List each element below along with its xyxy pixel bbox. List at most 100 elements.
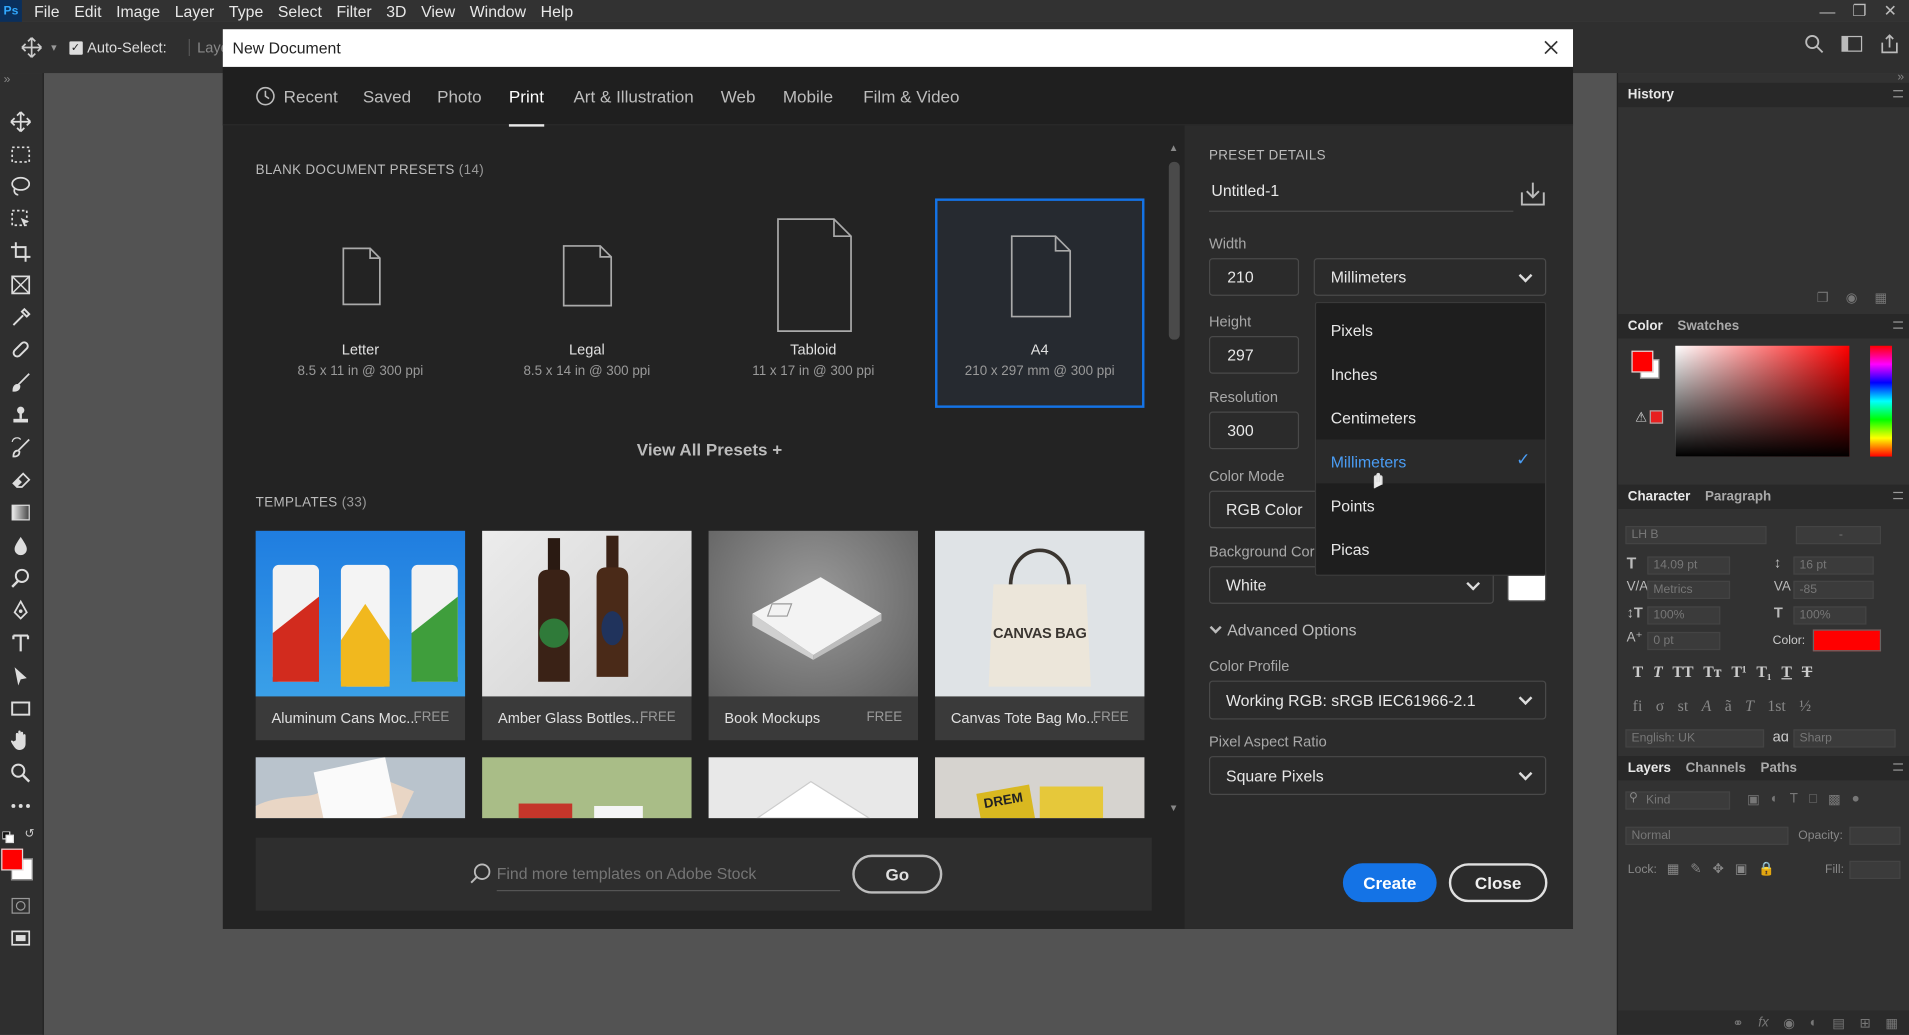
tab-recent[interactable]: Recent — [284, 86, 338, 105]
save-preset-icon[interactable] — [1519, 180, 1546, 207]
panel-menu-icon[interactable] — [1893, 321, 1903, 329]
restore-icon[interactable]: ❐ — [1852, 1, 1866, 20]
pen-tool-icon[interactable] — [7, 597, 34, 624]
move-tool-icon[interactable] — [7, 108, 34, 135]
hue-slider[interactable] — [1870, 345, 1892, 457]
stock-search-input[interactable] — [496, 857, 841, 892]
gradient-tool-icon[interactable] — [7, 499, 34, 526]
panel-menu-icon[interactable] — [1893, 491, 1903, 500]
menu-filter[interactable]: Filter — [329, 2, 379, 20]
lock-position-icon[interactable]: ✥ — [1713, 861, 1724, 877]
move-tool-icon[interactable] — [19, 35, 43, 59]
tab-paragraph[interactable]: Paragraph — [1705, 489, 1771, 504]
kerning-field[interactable]: Metrics — [1647, 580, 1731, 600]
font-family-dropdown[interactable]: LH B — [1625, 525, 1767, 545]
new-document-from-state-icon[interactable]: ❐ — [1817, 290, 1829, 306]
faux-bold-icon[interactable]: T — [1633, 662, 1644, 681]
presets-scrollbar[interactable]: ▲ ▼ — [1165, 142, 1182, 819]
close-icon[interactable] — [1539, 35, 1563, 59]
subscript-icon[interactable]: T₁ — [1756, 662, 1771, 681]
color-field[interactable] — [1675, 345, 1850, 457]
template-card[interactable]: Book Mockups FREE — [708, 530, 918, 741]
swap-colors-icon[interactable]: ↺ — [24, 828, 34, 841]
panel-menu-icon[interactable] — [1893, 763, 1903, 771]
history-brush-tool-icon[interactable] — [7, 435, 34, 462]
zoom-tool-icon[interactable] — [7, 760, 34, 787]
add-mask-icon[interactable]: ◉ — [1783, 1015, 1795, 1031]
preset-legal[interactable]: Legal 8.5 x 14 in @ 300 ppi — [482, 198, 691, 407]
lock-all-icon[interactable]: 🔒 — [1758, 861, 1775, 877]
unit-option-inches[interactable]: Inches — [1316, 352, 1545, 396]
lock-transparent-icon[interactable]: ▦ — [1667, 861, 1680, 877]
chevron-down-icon[interactable]: ▾ — [51, 41, 57, 54]
font-size-field[interactable]: 14.09 pt — [1647, 556, 1731, 575]
object-select-tool-icon[interactable] — [7, 206, 34, 233]
search-icon[interactable] — [1804, 34, 1824, 53]
menu-file[interactable]: File — [27, 2, 67, 20]
template-card[interactable]: Amber Glass Bottles... FREE — [482, 530, 692, 741]
width-unit-dropdown[interactable]: Millimeters — [1313, 258, 1547, 296]
workspace-icon[interactable] — [1841, 35, 1863, 52]
trash-icon[interactable]: ▦ — [1874, 290, 1887, 306]
tab-mobile[interactable]: Mobile — [783, 86, 833, 105]
superscript-icon[interactable]: T¹ — [1731, 662, 1746, 681]
vertical-scale-field[interactable]: 100% — [1647, 606, 1721, 625]
unit-option-pixels[interactable]: Pixels — [1316, 308, 1545, 352]
foreground-color-swatch[interactable] — [1, 848, 24, 871]
tab-art-illustration[interactable]: Art & Illustration — [573, 86, 693, 105]
rectangle-tool-icon[interactable] — [7, 695, 34, 722]
document-name-input[interactable] — [1208, 170, 1514, 212]
lasso-tool-icon[interactable] — [7, 173, 34, 200]
healing-brush-tool-icon[interactable] — [7, 336, 34, 363]
template-card[interactable]: CANVAS BAG Canvas Tote Bag Mo... FREE — [935, 530, 1145, 741]
tab-character[interactable]: Character — [1628, 489, 1691, 504]
pixel-aspect-dropdown[interactable]: Square Pixels — [1208, 756, 1547, 796]
menu-edit[interactable]: Edit — [67, 2, 109, 20]
tab-web[interactable]: Web — [721, 86, 756, 105]
hand-tool-icon[interactable] — [7, 727, 34, 754]
fractions-icon[interactable]: ½ — [1799, 696, 1811, 715]
preset-letter[interactable]: Letter 8.5 x 11 in @ 300 ppi — [256, 198, 465, 407]
old-style-icon[interactable]: σ — [1656, 696, 1665, 715]
ordinals-icon[interactable]: 1st — [1767, 696, 1785, 715]
path-select-tool-icon[interactable] — [7, 662, 34, 689]
faux-italic-icon[interactable]: T — [1653, 662, 1663, 681]
shape-filter-icon[interactable]: □ — [1809, 791, 1817, 807]
panel-menu-icon[interactable] — [1893, 90, 1903, 98]
scroll-up-icon[interactable]: ▲ — [1169, 142, 1179, 153]
template-card[interactable] — [255, 757, 466, 819]
new-group-icon[interactable]: ▤ — [1832, 1015, 1845, 1031]
opacity-field[interactable] — [1849, 826, 1901, 845]
blur-tool-icon[interactable] — [7, 532, 34, 559]
default-colors-icon[interactable] — [1, 828, 15, 844]
all-caps-icon[interactable]: TT — [1672, 662, 1693, 681]
text-color-swatch[interactable] — [1812, 629, 1882, 652]
menu-view[interactable]: View — [414, 2, 463, 20]
gamut-color-swatch[interactable] — [1649, 410, 1664, 424]
menu-3d[interactable]: 3D — [379, 2, 414, 20]
eraser-tool-icon[interactable] — [7, 466, 34, 493]
leading-field[interactable]: 16 pt — [1793, 556, 1874, 575]
brush-tool-icon[interactable] — [7, 369, 34, 396]
unit-option-picas[interactable]: Picas — [1316, 527, 1545, 571]
template-card[interactable]: Aluminum Cans Moc... FREE — [255, 530, 466, 741]
type-filter-icon[interactable]: T — [1790, 791, 1798, 807]
fill-field[interactable] — [1849, 860, 1901, 880]
close-window-icon[interactable]: ✕ — [1884, 1, 1897, 20]
menu-layer[interactable]: Layer — [167, 2, 221, 20]
fx-icon[interactable]: fx — [1758, 1015, 1768, 1030]
preset-tabloid[interactable]: Tabloid 11 x 17 in @ 300 ppi — [709, 198, 918, 407]
new-layer-icon[interactable]: ⊞ — [1860, 1015, 1871, 1031]
adjustment-layer-icon[interactable]: ◐ — [1810, 1015, 1818, 1030]
delete-layer-icon[interactable]: ▦ — [1885, 1015, 1898, 1031]
color-profile-dropdown[interactable]: Working RGB: sRGB IEC61966-2.1 — [1208, 680, 1547, 720]
template-card[interactable] — [482, 757, 692, 819]
pixel-filter-icon[interactable]: ▣ — [1747, 791, 1760, 808]
type-tool-icon[interactable] — [7, 629, 34, 656]
strikethrough-icon[interactable]: T — [1802, 662, 1813, 681]
template-card[interactable]: DREM — [935, 757, 1145, 819]
unit-option-centimeters[interactable]: Centimeters — [1316, 396, 1545, 440]
small-caps-icon[interactable]: Tᴛ — [1703, 662, 1721, 681]
template-card[interactable] — [708, 757, 918, 819]
quick-mask-icon[interactable] — [7, 892, 34, 919]
